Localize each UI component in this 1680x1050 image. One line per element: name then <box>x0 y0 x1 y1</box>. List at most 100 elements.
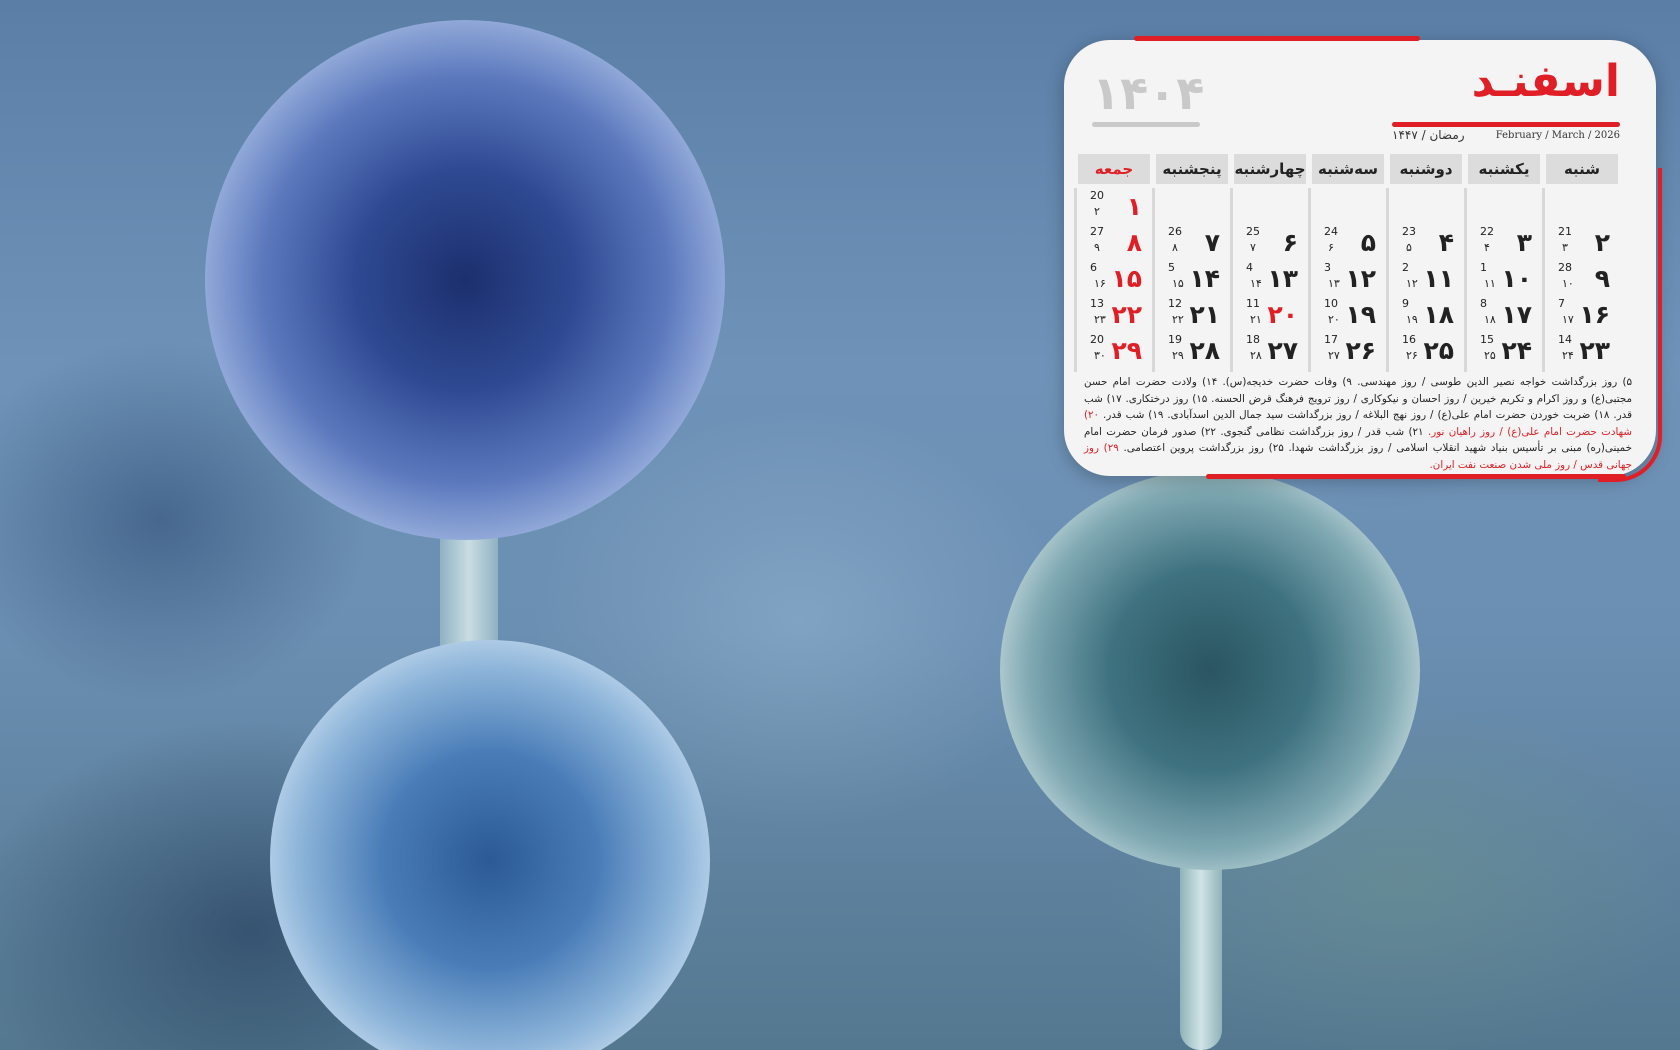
month-underline <box>1392 122 1620 127</box>
day-cell: ۷ 26 ۸ <box>1158 224 1228 260</box>
gregorian-day: 9 <box>1402 297 1409 310</box>
persian-day: ۲۵ <box>1423 336 1454 365</box>
gregorian-day: 11 <box>1246 297 1260 310</box>
column-separator <box>1542 188 1546 372</box>
hijri-day: ۲۶ <box>1406 349 1418 362</box>
persian-day: ۲۸ <box>1189 336 1220 365</box>
hijri-day: ۲۵ <box>1484 349 1496 362</box>
hijri-day: ۲۷ <box>1328 349 1340 362</box>
persian-day: ۵ <box>1360 228 1376 257</box>
gregorian-day: 21 <box>1558 225 1572 238</box>
day-cell: ۱ 20 ۲ <box>1080 188 1150 224</box>
day-cell: ۱۳ 4 ۱۴ <box>1236 260 1306 296</box>
persian-day: ۱۴ <box>1189 264 1220 293</box>
persian-day: ۱۸ <box>1423 300 1454 329</box>
gregorian-day: 12 <box>1168 297 1182 310</box>
gregorian-day: 3 <box>1324 261 1331 274</box>
hijri-day: ۲۰ <box>1328 313 1340 326</box>
hijri-day: ۱۶ <box>1094 277 1106 290</box>
day-cell: ۲۱ 12 ۲۲ <box>1158 296 1228 332</box>
column-separator <box>1386 188 1390 372</box>
hijri-day: ۸ <box>1172 241 1178 254</box>
hijri-day: ۱۱ <box>1484 277 1496 290</box>
weekday-thu: پنجشنبه <box>1156 154 1228 184</box>
day-cell: ۹ 28 ۱۰ <box>1548 260 1618 296</box>
hijri-day: ۲۹ <box>1172 349 1184 362</box>
flower-head-right <box>1000 470 1420 870</box>
hijri-day: ۲۱ <box>1250 313 1262 326</box>
persian-day: ۴ <box>1438 228 1454 257</box>
hijri-day: ۱۳ <box>1328 277 1340 290</box>
gregorian-day: 13 <box>1090 297 1104 310</box>
gregorian-day: 10 <box>1324 297 1338 310</box>
persian-day: ۱۰ <box>1501 264 1532 293</box>
gregorian-day: 19 <box>1168 333 1182 346</box>
gregorian-day: 23 <box>1402 225 1416 238</box>
hijri-day: ۴ <box>1484 241 1490 254</box>
hijri-day: ۲ <box>1094 205 1100 218</box>
events-text: ۵) روز بزرگداشت خواجه نصیر الدین طوسی / … <box>1084 374 1632 473</box>
gregorian-day: 6 <box>1090 261 1097 274</box>
persian-day: ۲۷ <box>1267 336 1298 365</box>
day-cell: ۳ 22 ۴ <box>1470 224 1540 260</box>
hijri-day: ۳۰ <box>1094 349 1106 362</box>
day-cell: ۱۵ 6 ۱۶ <box>1080 260 1150 296</box>
gregorian-day: 24 <box>1324 225 1338 238</box>
day-cell: ۱۱ 2 ۱۲ <box>1392 260 1462 296</box>
persian-day: ۱ <box>1126 192 1142 221</box>
day-cell: ۲ 21 ۳ <box>1548 224 1618 260</box>
hijri-day: ۵ <box>1406 241 1412 254</box>
persian-day: ۶ <box>1282 228 1298 257</box>
day-cell: ۲۳ 14 ۲۴ <box>1548 332 1618 368</box>
hijri-day: ۶ <box>1328 241 1334 254</box>
hijri-day: ۱۰ <box>1562 277 1574 290</box>
gregorian-day: 17 <box>1324 333 1338 346</box>
persian-day: ۲۳ <box>1579 336 1610 365</box>
gregorian-day: 26 <box>1168 225 1182 238</box>
column-separator <box>1308 188 1312 372</box>
day-cell: ۵ 24 ۶ <box>1314 224 1384 260</box>
column-separator <box>1464 188 1468 372</box>
day-cell: ۲۸ 19 ۲۹ <box>1158 332 1228 368</box>
day-cell: ۶ 25 ۷ <box>1236 224 1306 260</box>
persian-day: ۲۲ <box>1111 300 1142 329</box>
hijri-day: ۱۸ <box>1484 313 1496 326</box>
year-underline <box>1092 122 1200 127</box>
hijri-day: ۳ <box>1562 241 1568 254</box>
month-title: اسفنـد <box>1471 56 1620 107</box>
bottom-accent-line <box>1206 474 1626 479</box>
top-accent-line <box>1134 36 1420 41</box>
hijri-day: ۲۳ <box>1094 313 1106 326</box>
hijri-day: ۹ <box>1094 241 1100 254</box>
gregorian-day: 1 <box>1480 261 1487 274</box>
hijri-day: ۱۹ <box>1406 313 1418 326</box>
weekday-sun: یکشنبه <box>1468 154 1540 184</box>
gregorian-day: 28 <box>1558 261 1572 274</box>
day-cell: ۲۷ 18 ۲۸ <box>1236 332 1306 368</box>
persian-day: ۱۵ <box>1111 264 1142 293</box>
gregorian-day: 15 <box>1480 333 1494 346</box>
events-line: شهدا. ۲۵) روز بزرگداشت پروین اعتصامی. <box>1118 442 1314 454</box>
events-line: ۲۱) شب <box>1385 425 1428 438</box>
gregorian-day: 16 <box>1402 333 1416 346</box>
hijri-day: ۷ <box>1250 241 1256 254</box>
persian-day: ۲۰ <box>1267 300 1298 329</box>
persian-day: ۱۲ <box>1345 264 1376 293</box>
hijri-day: ۲۸ <box>1250 349 1262 362</box>
gregorian-day: 22 <box>1480 225 1494 238</box>
day-cell: ۴ 23 ۵ <box>1392 224 1462 260</box>
hijri-day: ۱۴ <box>1250 277 1262 290</box>
persian-day: ۹ <box>1594 264 1610 293</box>
gregorian-day: 14 <box>1558 333 1572 346</box>
hijri-day: ۲۴ <box>1562 349 1574 362</box>
flower-head-bottom <box>270 640 710 1050</box>
hijri-day: ۱۵ <box>1172 277 1184 290</box>
persian-day: ۱۷ <box>1501 300 1532 329</box>
persian-day: ۷ <box>1204 228 1220 257</box>
day-cell: ۲۹ 20 ۳۰ <box>1080 332 1150 368</box>
weekday-fri: جمعه <box>1078 154 1150 184</box>
day-cell: ۱۷ 8 ۱۸ <box>1470 296 1540 332</box>
gregorian-day: 4 <box>1246 261 1253 274</box>
day-cell: ۲۲ 13 ۲۳ <box>1080 296 1150 332</box>
persian-day: ۲۱ <box>1189 300 1220 329</box>
